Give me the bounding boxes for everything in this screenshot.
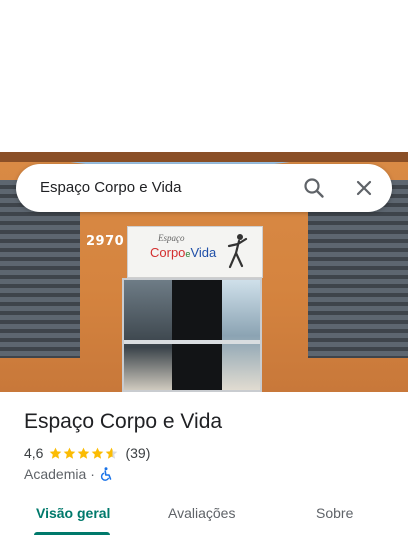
photo-sign-brand: CorpoeVida bbox=[150, 245, 216, 260]
rating-value: 4,6 bbox=[24, 445, 44, 461]
wheelchair-icon[interactable] bbox=[99, 467, 113, 481]
star-icon bbox=[64, 447, 76, 459]
place-tabs: Visão geral Avaliações Sobre bbox=[0, 492, 408, 544]
tab-about[interactable]: Sobre bbox=[316, 505, 353, 521]
place-title: Espaço Corpo e Vida bbox=[24, 410, 223, 433]
search-bar[interactable]: Espaço Corpo e Vida bbox=[16, 164, 392, 212]
star-icon bbox=[92, 447, 104, 459]
review-count[interactable]: (39) bbox=[125, 445, 150, 461]
tab-overview[interactable]: Visão geral bbox=[36, 505, 110, 521]
place-category: Academia bbox=[24, 466, 87, 482]
star-icon bbox=[78, 447, 90, 459]
tab-selected-indicator bbox=[34, 532, 110, 535]
photo-roof bbox=[0, 152, 408, 162]
star-icon bbox=[106, 447, 118, 459]
rating-row[interactable]: 4,6 (39) bbox=[24, 444, 150, 462]
photo-storefront-sign: Espaço CorpoeVida bbox=[127, 226, 263, 278]
search-button[interactable] bbox=[300, 174, 328, 202]
category-separator: · bbox=[90, 466, 95, 482]
star-icon bbox=[50, 447, 62, 459]
rating-stars bbox=[49, 447, 119, 460]
photo-door-frame bbox=[122, 278, 262, 392]
search-icon bbox=[304, 178, 324, 198]
photo-sign-line1: Espaço bbox=[158, 233, 185, 243]
photo-sign-figure-icon bbox=[227, 234, 248, 269]
tab-reviews[interactable]: Avaliações bbox=[168, 505, 235, 521]
category-row: Academia · bbox=[24, 465, 113, 483]
photo-building-number: 2970 bbox=[86, 234, 125, 249]
photo-sign-vida: Vida bbox=[190, 245, 217, 260]
close-icon bbox=[356, 180, 372, 196]
search-input[interactable]: Espaço Corpo e Vida bbox=[40, 179, 181, 196]
top-blank-area bbox=[0, 0, 408, 152]
photo-sign-corpo: Corpo bbox=[150, 245, 186, 260]
photo-door-bar bbox=[124, 340, 260, 344]
close-button[interactable] bbox=[350, 174, 378, 202]
